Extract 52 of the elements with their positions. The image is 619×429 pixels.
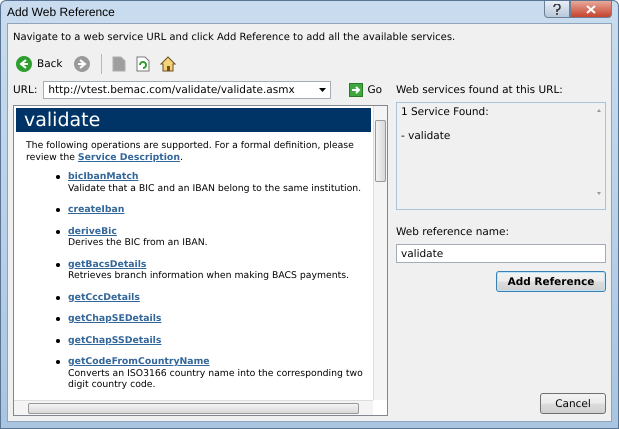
horizontal-scrollbar[interactable] [14,400,373,415]
operation-description: Retrieves branch information when making BACS payments. [68,270,350,282]
scroll-arrows-icon [595,107,603,197]
operation-description: Converts an ISO3166 country name into the corresponding two digit country code. [68,368,364,390]
scrollbar-thumb[interactable] [375,120,386,182]
operation-link[interactable]: getChapSSDetails [68,334,162,346]
help-button[interactable] [544,1,570,18]
service-heading: validate [16,108,371,132]
bullet-icon [56,296,60,300]
window-title: Add Web Reference [7,5,115,19]
close-button[interactable] [570,1,612,18]
operation-link[interactable]: createIban [68,204,124,215]
add-reference-button[interactable]: Add Reference [496,271,606,292]
url-combo-box[interactable]: http://vtest.bemac.com/validate/validate.asmx [43,81,332,99]
operation-link[interactable]: bicIbanMatch [68,171,138,182]
reference-name-field[interactable]: validate [396,244,606,263]
operation-link[interactable]: getChapSEDetails [68,313,162,324]
bullet-icon [56,262,60,266]
bullet-icon [56,208,60,212]
url-label: URL: [13,84,38,96]
bullet-icon [56,230,60,234]
bullet-icon [56,360,60,364]
dropdown-caret-icon [319,88,326,92]
vertical-scrollbar[interactable] [373,106,387,400]
page-icon [112,56,126,72]
refresh-button[interactable] [134,56,152,72]
scrollbar-thumb[interactable] [28,402,359,414]
operation-link[interactable]: getBacsDetails [68,258,146,270]
operation-description: Derives the BIC from an IBAN. [68,237,208,248]
back-button[interactable]: Back [13,55,64,73]
home-icon [160,56,176,72]
go-arrow-icon [349,83,364,97]
bullet-icon [56,317,60,321]
intro-text: The following operations are supported. For a formal definition, please review the Service Description. [26,140,355,163]
help-icon [553,4,561,14]
services-text: - validate [401,130,452,142]
operation-link[interactable]: deriveBic [68,226,117,236]
instructions-text: Navigate to a web service URL and click Add Reference to add all the available services. [13,32,456,43]
operation-description: Validate that a BIC and an IBAN belong to the same institution. [68,182,362,194]
close-icon [586,4,596,14]
reference-name-label: Web reference name: [396,226,510,238]
operation-link[interactable]: getCodeFromCountryName [68,356,210,367]
home-button[interactable] [158,56,178,72]
bullet-icon [56,338,60,342]
operation-link[interactable]: getCccDetails [68,292,140,302]
bullet-icon [56,175,60,179]
cancel-button[interactable]: Cancel [540,393,606,414]
services-label: Web services found at this URL: [396,84,564,96]
services-text: 1 Service Found: [401,106,490,118]
service-description-link[interactable]: Service Description [78,152,180,162]
go-button[interactable]: Go [343,82,388,98]
refresh-icon [136,56,150,72]
